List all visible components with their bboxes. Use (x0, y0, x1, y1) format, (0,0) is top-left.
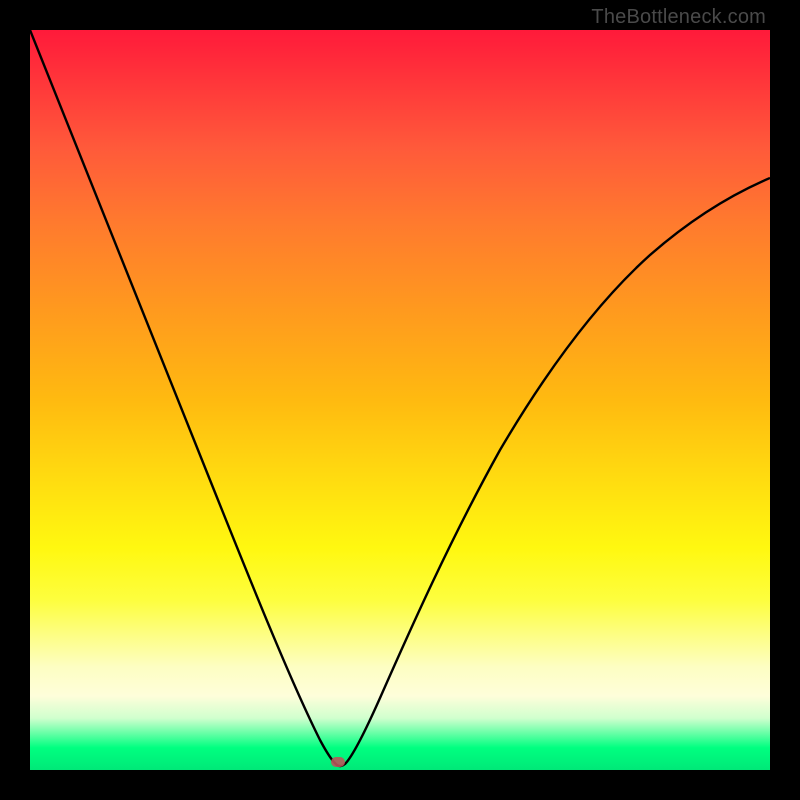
chart-frame: TheBottleneck.com (0, 0, 800, 800)
minimum-marker (331, 757, 345, 767)
curve-svg (30, 30, 770, 770)
bottleneck-curve-path (30, 30, 770, 766)
watermark-text: TheBottleneck.com (591, 6, 766, 29)
plot-area (30, 30, 770, 770)
